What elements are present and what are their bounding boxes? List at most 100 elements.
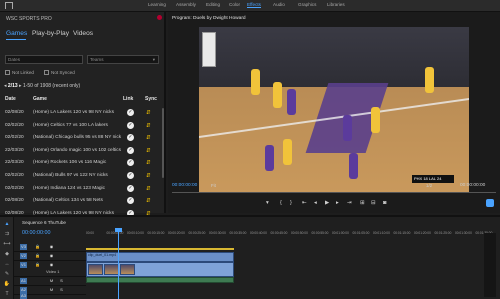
sync-icon[interactable]: ⇵ — [146, 110, 151, 116]
play-icon[interactable]: ▶ — [325, 200, 329, 206]
workspace-libraries[interactable]: Libraries — [327, 2, 345, 7]
table-row[interactable]: 22/03/20 (Home) Orlando magic 100 vs 102 … — [0, 145, 162, 158]
razor-tool-icon[interactable]: ◆ — [3, 251, 11, 257]
linked-check-icon[interactable]: ✓ — [127, 109, 134, 116]
track-label-a3[interactable]: A3 — [20, 293, 27, 299]
linked-check-icon[interactable]: ✓ — [127, 197, 134, 205]
backboard — [202, 32, 216, 67]
eye-icon[interactable]: ◉ — [48, 253, 55, 259]
panel-menu-icon[interactable] — [157, 15, 162, 20]
tab-videos[interactable]: Videos — [73, 30, 93, 37]
ruler-tick-label: 00:00:35:00 — [229, 231, 247, 235]
col-header-date[interactable]: Date — [5, 96, 16, 102]
tab-play-by-play[interactable]: Play-by-Play — [32, 30, 69, 37]
time-ruler[interactable]: 00:00 00:00:05:00 00:00:10:00 00:00:15:00 00… — [86, 231, 496, 237]
solo-icon[interactable]: S — [58, 278, 65, 284]
playhead[interactable] — [118, 229, 119, 299]
linked-check-icon[interactable]: ✓ — [127, 172, 134, 179]
sync-icon[interactable]: ⇵ — [146, 173, 151, 179]
sync-icon[interactable]: ⇵ — [146, 135, 151, 141]
hand-tool-icon[interactable]: ✋ — [3, 281, 11, 287]
overwrite-icon[interactable]: ⊟ — [371, 200, 376, 206]
workspace-editing[interactable]: Editing — [206, 2, 220, 7]
ruler-tick-label: 00:00:55:00 — [311, 231, 329, 235]
not-synced-checkbox[interactable]: Not Synced — [44, 70, 75, 75]
workspace-color[interactable]: Color — [229, 2, 240, 7]
button-editor-icon[interactable] — [486, 199, 494, 207]
lock-icon[interactable]: 🔒 — [34, 262, 41, 268]
pen-tool-icon[interactable]: ✎ — [3, 271, 11, 277]
not-linked-checkbox[interactable]: Not Linked — [5, 70, 34, 75]
col-header-link[interactable]: Link — [123, 96, 133, 102]
prev-page-icon[interactable]: ◂ — [4, 83, 7, 89]
table-row[interactable]: 02/02/20 (Home) Celtics 77 vs 100 LA lake… — [0, 120, 162, 133]
sequence-timecode[interactable]: 00:00:00:00 — [22, 230, 50, 236]
program-timecode[interactable]: 00:00:00:00 — [172, 183, 197, 188]
go-to-in-icon[interactable]: ⇤ — [302, 200, 307, 206]
ruler-tick-label: 00:00:15:00 — [147, 231, 165, 235]
sync-icon[interactable]: ⇵ — [146, 160, 151, 166]
selection-tool-icon[interactable]: ▲ — [3, 221, 11, 227]
table-row[interactable]: 02/08/20 (Home) LA Lakers 120 vs 98 NY ni… — [0, 107, 162, 120]
track-v2: V2 🔒 ◉ — [14, 252, 86, 261]
fit-dropdown[interactable]: Fit — [211, 183, 216, 188]
step-forward-icon[interactable]: ▸ — [336, 200, 339, 206]
next-page-icon[interactable]: ▸ — [19, 83, 22, 89]
eye-icon[interactable]: ◉ — [48, 262, 55, 268]
table-row[interactable]: 02/02/20 (National) Chicago bulls 95 vs 8… — [0, 132, 162, 145]
lock-icon[interactable]: 🔒 — [34, 244, 41, 250]
audio-clip[interactable] — [86, 277, 234, 283]
workspace-graphics[interactable]: Graphics — [298, 2, 316, 7]
track-label-v3[interactable]: V3 — [20, 244, 27, 250]
go-to-out-icon[interactable]: ⇥ — [347, 200, 352, 206]
ruler-tick-label: 00:01:00:00 — [332, 231, 349, 235]
linked-check-icon[interactable]: ✓ — [127, 134, 134, 142]
sync-icon[interactable]: ⇵ — [146, 198, 151, 204]
lock-icon[interactable]: 🔒 — [34, 253, 41, 259]
workspace-assembly[interactable]: Assembly — [176, 2, 196, 7]
player — [251, 69, 260, 95]
linked-check-icon[interactable]: ✓ — [127, 159, 134, 167]
resolution-dropdown[interactable]: 1/2 — [426, 183, 432, 188]
teams-select[interactable]: Teams ▾ — [87, 55, 159, 64]
tab-games[interactable]: Games — [6, 30, 27, 37]
step-back-icon[interactable]: ◂ — [314, 200, 317, 206]
type-tool-icon[interactable]: T — [3, 291, 11, 297]
home-icon[interactable] — [5, 2, 13, 9]
player — [273, 82, 282, 108]
scrub-bar[interactable] — [172, 192, 496, 193]
col-header-sync[interactable]: Sync — [145, 96, 157, 102]
ripple-edit-icon[interactable]: ⟷ — [3, 241, 11, 247]
sync-icon[interactable]: ⇵ — [146, 186, 151, 192]
linked-check-icon[interactable]: ✓ — [127, 184, 134, 192]
marker-icon[interactable]: ▾ — [266, 200, 269, 206]
track-label-v2[interactable]: V2 — [20, 253, 27, 259]
scrollbar[interactable] — [162, 108, 164, 178]
workspace-learning[interactable]: Learning — [148, 2, 166, 7]
eye-icon[interactable]: ◉ — [48, 244, 55, 250]
workspace-effects[interactable]: Effects — [247, 2, 261, 8]
track-select-icon[interactable]: ⇉ — [3, 231, 11, 237]
table-row[interactable]: 02/02/20 (Home) Indiana 124 vs 123 Magic ✓… — [0, 183, 162, 196]
camera-icon[interactable]: ◙ — [383, 200, 386, 206]
track-label-v1[interactable]: V1 — [20, 262, 27, 268]
table-row[interactable]: 22/03/20 (Home) Rockets 106 vs 116 Magic ✓… — [0, 157, 162, 170]
track-label-a1[interactable]: A1 — [20, 278, 27, 284]
workspace-audio[interactable]: Audio — [273, 2, 285, 7]
col-header-game[interactable]: Game — [33, 96, 47, 102]
table-row[interactable]: 02/02/20 (National) Bulls 97 vs 122 NY ni… — [0, 170, 162, 183]
linked-check-icon[interactable]: ✓ — [127, 121, 134, 129]
sync-icon[interactable]: ⇵ — [146, 123, 151, 129]
sync-icon[interactable]: ⇵ — [146, 148, 151, 154]
slip-tool-icon[interactable]: ↔ — [3, 261, 11, 267]
checkbox-icon — [44, 70, 49, 75]
mark-out-icon[interactable]: } — [290, 200, 292, 206]
linked-check-icon[interactable]: ✓ — [127, 146, 134, 154]
insert-icon[interactable]: ⊞ — [360, 200, 365, 206]
work-area-bar[interactable] — [86, 248, 234, 250]
dates-input[interactable]: Dates — [5, 55, 83, 64]
table-row[interactable]: 02/08/20 (National) Celtics 134 vs 58 Net… — [0, 195, 162, 208]
sequence-tab[interactable]: Sequence 6 ThuTube — [22, 220, 66, 225]
mute-icon[interactable]: M — [48, 278, 55, 284]
mark-in-icon[interactable]: { — [280, 200, 282, 206]
